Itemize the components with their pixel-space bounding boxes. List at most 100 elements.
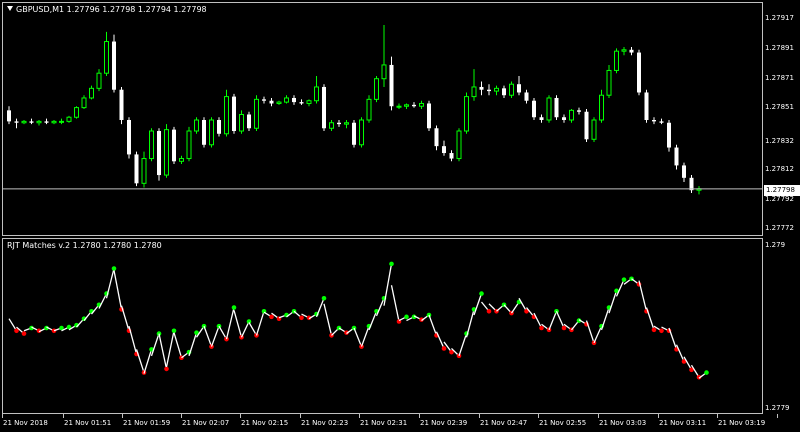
time-label: 21 Nov 02:15 [241, 419, 289, 427]
candle-body-bull [74, 107, 79, 118]
candle-body-bear [539, 117, 544, 120]
indicator-panel[interactable]: RJT Matches v.2 1.2780 1.2780 1.2780 [2, 238, 763, 414]
high-match-dot [171, 328, 177, 334]
time-axis[interactable]: 21 Nov 2018 21 Nov 01:51 21 Nov 01:59 21 No… [0, 414, 800, 432]
indicator-line [533, 312, 543, 329]
price-tick: 1.27772 [765, 224, 794, 232]
indicator-tick: 1.279 [765, 241, 786, 249]
indicator-line [188, 332, 198, 357]
candle-body-bull [509, 83, 514, 96]
candle-body-bear [119, 89, 124, 120]
candle-body-bear [29, 121, 34, 123]
candle-body-bear [14, 121, 19, 123]
candle-body-bear [157, 131, 161, 176]
candle-body-bull [51, 120, 57, 124]
candle-body-bear [667, 122, 671, 148]
time-label: 21 Nov 01:51 [64, 419, 112, 427]
high-match-dot [111, 266, 117, 271]
price-tick: 1.27917 [765, 14, 794, 22]
candle-body-bull [239, 113, 244, 132]
low-match-dot [486, 308, 492, 314]
triangle-down-icon[interactable] [7, 6, 13, 11]
candle-body-bear [292, 97, 296, 103]
candle-body-bear [389, 64, 394, 107]
indicator-line [555, 311, 565, 329]
candle-body-bear [487, 89, 491, 92]
low-match-dot [239, 334, 244, 340]
high-match-dot [404, 314, 409, 320]
indicator-line [113, 270, 123, 310]
candle-body-bull [276, 101, 282, 104]
time-label: 21 Nov 03:11 [659, 419, 707, 427]
indicator-line [390, 285, 400, 322]
indicator-axis[interactable]: 1.279 1.2779 [765, 238, 800, 414]
candle-body-bear [652, 120, 656, 122]
indicator-line [368, 311, 378, 331]
indicator-line [600, 307, 610, 331]
candle-body-bear [644, 92, 649, 120]
price-tick: 1.27812 [765, 165, 794, 173]
time-tick-mark [717, 414, 718, 418]
time-tick-mark [122, 414, 123, 418]
indicator-line [323, 303, 333, 336]
candle-body-bear [682, 165, 686, 178]
high-match-dot [554, 308, 559, 314]
time-tick-mark [359, 414, 360, 418]
high-match-dot [621, 277, 627, 282]
indicator-line [383, 263, 393, 306]
indicator-line [225, 307, 235, 340]
indicator-line [165, 330, 175, 368]
candle-body-bull [306, 100, 312, 104]
indicator-line [668, 327, 678, 350]
candle-body-bear [112, 41, 116, 90]
candle-body-bull [494, 87, 499, 92]
high-match-dot [231, 305, 237, 310]
candle-body-bear [134, 154, 139, 184]
candle-body-bull [224, 96, 229, 135]
indicator-line [203, 325, 213, 347]
candle-body-bear [262, 99, 266, 101]
candle-body-bear [44, 121, 49, 123]
candle-body-bull [164, 129, 169, 176]
candle-body-bear [322, 86, 326, 129]
indicator-line [465, 309, 475, 338]
time-tick-mark [181, 414, 182, 418]
candle-body-bull [381, 64, 387, 80]
low-match-dot [164, 366, 169, 372]
low-match-dot [591, 340, 597, 346]
time-tick-mark [598, 414, 599, 418]
candle-body-bull [186, 130, 192, 160]
time-tick-mark [63, 414, 64, 418]
candle-body-bear [172, 129, 176, 162]
candle-body-bull [456, 130, 462, 160]
candle-body-bear [674, 147, 679, 166]
indicator-line [585, 320, 595, 344]
time-label: 21 Nov 02:31 [360, 419, 408, 427]
high-match-dot [479, 291, 484, 296]
candle-body-bull [471, 86, 477, 98]
price-axis[interactable]: 1.27917 1.27891 1.27871 1.27851 1.27832 … [765, 2, 800, 236]
candle-body-bull [96, 72, 102, 89]
indicator-line [233, 310, 243, 338]
candle-body-bull [59, 120, 64, 123]
candle-body-bull [621, 49, 627, 52]
candle-body-bear [269, 100, 274, 104]
time-label: 21 Nov 02:07 [182, 419, 230, 427]
price-chart-panel[interactable]: GBPUSD,M1 1.27796 1.27798 1.27794 1.2779… [2, 2, 763, 236]
indicator-line [428, 314, 438, 336]
candle-body-bull [21, 120, 27, 124]
candle-body-bear [554, 97, 559, 118]
candle-body-bull [366, 98, 372, 121]
indicator-line [638, 280, 648, 312]
candle-body-bull [329, 122, 334, 129]
price-tick: 1.27891 [765, 44, 794, 52]
candle-body-bear [502, 88, 506, 96]
candle-body-bear [352, 122, 356, 145]
indicator-line [240, 321, 250, 338]
candle-body-bull [419, 102, 424, 107]
candle-body-bull [404, 104, 409, 107]
high-match-dot [321, 295, 327, 301]
candle-body-bull [374, 78, 379, 100]
candle-body-bull [546, 97, 552, 121]
low-match-dot [651, 327, 657, 333]
